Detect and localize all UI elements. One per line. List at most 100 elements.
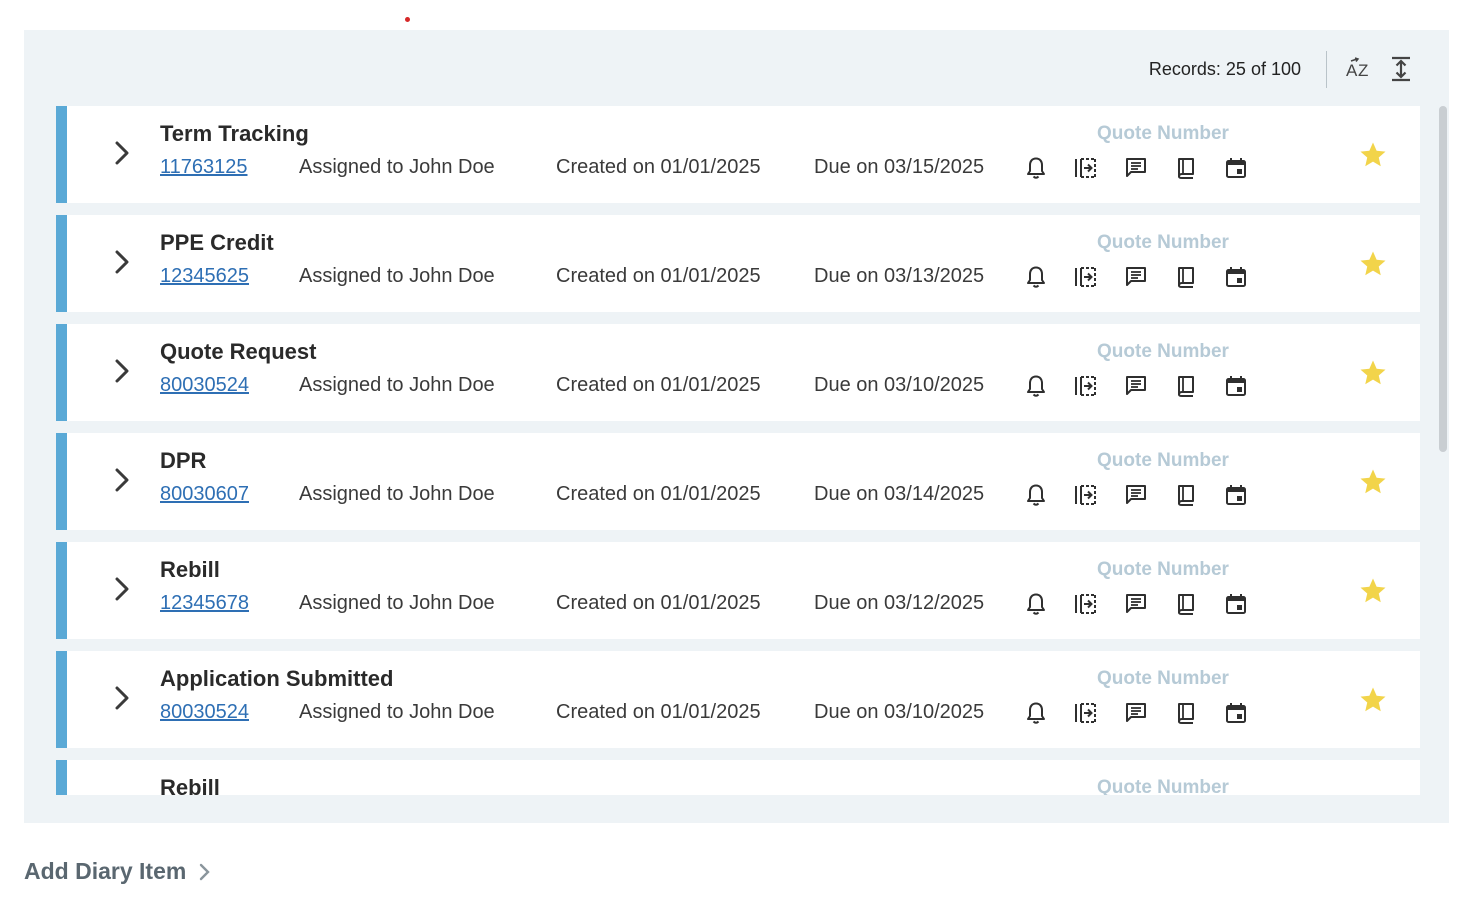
row-title: Rebill — [160, 775, 220, 795]
row-created: Created on 01/01/2025 — [556, 701, 761, 723]
quote-number-label: Quote Number — [1097, 450, 1229, 471]
row-accent-bar — [56, 760, 67, 795]
comment-icon[interactable] — [1124, 374, 1148, 398]
expand-chevron-icon[interactable] — [110, 574, 134, 604]
row-accent-bar — [56, 433, 67, 530]
move-to-icon[interactable] — [1074, 483, 1098, 507]
row-number-link[interactable]: 11763125 — [160, 156, 248, 179]
row-number-link[interactable]: 80030524 — [160, 374, 249, 397]
expand-chevron-icon[interactable] — [110, 138, 134, 168]
row-title: Term Tracking — [160, 121, 309, 146]
diary-row[interactable]: PPE Credit Quote Number 12345625 Assigned t… — [56, 215, 1420, 312]
bell-icon[interactable] — [1024, 374, 1048, 398]
star-icon[interactable] — [1356, 138, 1390, 172]
move-to-icon[interactable] — [1074, 156, 1098, 180]
quote-number-label: Quote Number — [1097, 341, 1229, 362]
row-title: Rebill — [160, 557, 220, 582]
calendar-icon[interactable] — [1224, 701, 1248, 725]
expand-chevron-icon[interactable] — [110, 356, 134, 386]
star-icon[interactable] — [1356, 683, 1390, 717]
move-to-icon[interactable] — [1074, 374, 1098, 398]
row-due: Due on 03/10/2025 — [814, 701, 985, 723]
row-due: Due on 03/12/2025 — [814, 592, 985, 614]
diary-row[interactable]: Quote Request Quote Number 80030524 Assigne… — [56, 324, 1420, 421]
toolbar: Records: 25 of 100 A Z — [24, 30, 1449, 106]
row-created: Created on 01/01/2025 — [556, 156, 761, 178]
bell-icon[interactable] — [1024, 265, 1048, 289]
row-accent-bar — [56, 651, 67, 748]
expand-chevron-icon[interactable] — [110, 247, 134, 277]
star-icon[interactable] — [1356, 465, 1390, 499]
calendar-icon[interactable] — [1224, 265, 1248, 289]
bell-icon[interactable] — [1024, 592, 1048, 616]
row-assigned: Assigned to John Doe — [299, 701, 495, 723]
expand-chevron-icon[interactable] — [110, 465, 134, 495]
book-icon[interactable] — [1174, 374, 1198, 398]
chevron-right-icon — [200, 863, 211, 880]
bell-icon[interactable] — [1024, 156, 1048, 180]
row-number-link[interactable]: 12345625 — [160, 265, 249, 288]
row-created: Created on 01/01/2025 — [556, 483, 761, 505]
book-icon[interactable] — [1174, 701, 1198, 725]
row-created: Created on 01/01/2025 — [556, 592, 761, 614]
row-due: Due on 03/10/2025 — [814, 374, 985, 396]
quote-number-label: Quote Number — [1097, 232, 1229, 253]
calendar-icon[interactable] — [1224, 156, 1248, 180]
row-number-link[interactable]: 80030607 — [160, 483, 249, 506]
row-accent-bar — [56, 542, 67, 639]
comment-icon[interactable] — [1124, 483, 1148, 507]
scrollbar-thumb[interactable] — [1439, 106, 1447, 452]
row-assigned: Assigned to John Doe — [299, 265, 495, 287]
row-title: DPR — [160, 448, 207, 473]
move-to-icon[interactable] — [1074, 701, 1098, 725]
comment-icon[interactable] — [1124, 701, 1148, 725]
row-assigned: Assigned to John Doe — [299, 483, 495, 505]
row-number-link[interactable]: 12345678 — [160, 592, 249, 615]
expand-chevron-icon[interactable] — [110, 683, 134, 713]
quote-number-label: Quote Number — [1097, 123, 1229, 144]
row-assigned: Assigned to John Doe — [299, 374, 495, 396]
move-to-icon[interactable] — [1074, 265, 1098, 289]
quote-number-label: Quote Number — [1097, 668, 1229, 689]
diary-row[interactable]: Rebill Quote Number 12345678 Assigned to Jo… — [56, 542, 1420, 639]
calendar-icon[interactable] — [1224, 374, 1248, 398]
book-icon[interactable] — [1174, 592, 1198, 616]
calendar-icon[interactable] — [1224, 483, 1248, 507]
row-due: Due on 03/14/2025 — [814, 483, 985, 505]
star-icon[interactable] — [1356, 247, 1390, 281]
diary-row[interactable]: Rebill Quote Number — [56, 760, 1420, 795]
scrollbar[interactable] — [1436, 106, 1448, 814]
row-assigned: Assigned to John Doe — [299, 156, 495, 178]
row-number-link[interactable]: 80030524 — [160, 701, 249, 724]
book-icon[interactable] — [1174, 483, 1198, 507]
star-icon[interactable] — [1356, 356, 1390, 390]
comment-icon[interactable] — [1124, 265, 1148, 289]
expand-vertical-icon[interactable] — [1386, 54, 1416, 84]
toolbar-divider — [1326, 51, 1327, 88]
bell-icon[interactable] — [1024, 701, 1048, 725]
comment-icon[interactable] — [1124, 592, 1148, 616]
book-icon[interactable] — [1174, 265, 1198, 289]
move-to-icon[interactable] — [1074, 592, 1098, 616]
bell-icon[interactable] — [1024, 483, 1048, 507]
calendar-icon[interactable] — [1224, 592, 1248, 616]
star-icon[interactable] — [1356, 574, 1390, 608]
svg-text:A: A — [1346, 61, 1358, 80]
comment-icon[interactable] — [1124, 156, 1148, 180]
add-diary-item-button[interactable]: Add Diary Item — [24, 858, 212, 885]
sort-az-icon[interactable]: A Z — [1344, 54, 1374, 84]
svg-text:Z: Z — [1358, 61, 1368, 80]
status-dot — [405, 17, 410, 22]
row-accent-bar — [56, 106, 67, 203]
diary-row[interactable]: Application Submitted Quote Number 8003052… — [56, 651, 1420, 748]
diary-row[interactable]: Term Tracking Quote Number 11763125 Assigne… — [56, 106, 1420, 203]
book-icon[interactable] — [1174, 156, 1198, 180]
quote-number-label: Quote Number — [1097, 777, 1229, 795]
row-title: PPE Credit — [160, 230, 274, 255]
row-assigned: Assigned to John Doe — [299, 592, 495, 614]
diary-panel: Records: 25 of 100 A Z Term Tracking Quot… — [24, 30, 1449, 823]
row-accent-bar — [56, 324, 67, 421]
diary-row[interactable]: DPR Quote Number 80030607 Assigned to John … — [56, 433, 1420, 530]
records-count: Records: 25 of 100 — [1148, 59, 1301, 79]
row-title: Application Submitted — [160, 666, 394, 691]
